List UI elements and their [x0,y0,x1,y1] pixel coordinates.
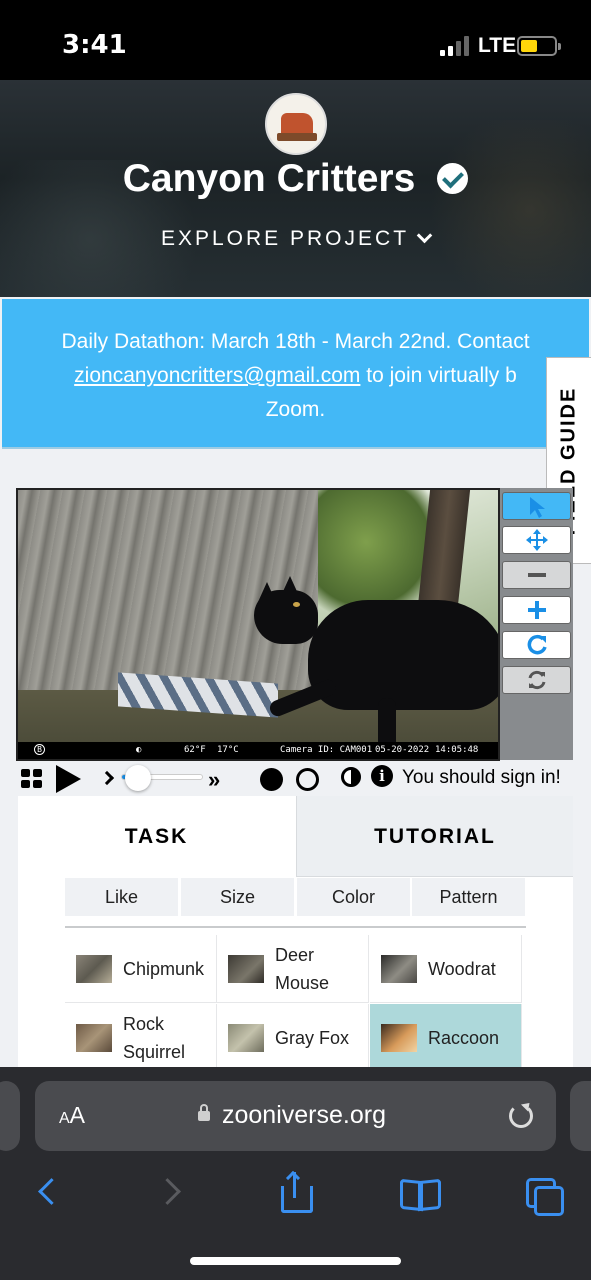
choice-raccoon[interactable]: Raccoon [370,1004,522,1072]
image-toolbar [500,488,573,760]
rotate-icon[interactable] [502,631,571,659]
email-link[interactable]: zioncanyoncritters@gmail.com [74,364,360,387]
tab-tutorial[interactable]: TUTORIAL [296,796,573,877]
zoom-out-icon[interactable] [502,561,571,589]
choice-rock-squirrel[interactable]: Rock Squirrel [65,1004,217,1072]
zoom-in-icon[interactable] [502,596,571,624]
chipmunk-thumbnail [76,955,112,983]
grid-view-icon[interactable] [21,769,43,789]
network-type: LTE [478,34,517,57]
pointer-icon[interactable] [502,492,571,520]
filter-size[interactable]: Size [181,878,294,916]
project-title: Canyon Critters [0,155,591,201]
reset-icon[interactable] [502,666,571,694]
empty-circle-icon[interactable] [296,768,319,791]
chevron-right-icon[interactable] [99,770,115,786]
chevron-down-icon [416,227,433,244]
share-icon[interactable] [278,1170,318,1213]
signal-icon [440,36,472,56]
subject-image[interactable]: B ◐ 62°F 17°C Camera ID: CAM001 05-20-20… [16,488,500,761]
deer-mouse-thumbnail [228,955,264,983]
previous-tab-peek[interactable] [0,1081,20,1151]
contrast-icon[interactable] [341,767,361,787]
filter-bar: Like Size Color Pattern [65,878,526,918]
info-icon[interactable]: i [371,765,393,787]
project-header: Canyon Critters EXPLORE PROJECT [0,80,591,297]
reload-icon[interactable] [509,1104,533,1128]
sign-in-prompt[interactable]: You should sign in! [402,767,561,789]
filter-color[interactable]: Color [297,878,410,916]
fast-forward-icon[interactable]: » [208,767,220,793]
lock-icon [198,1104,210,1121]
woodrat-thumbnail [381,955,417,983]
forward-icon[interactable] [152,1172,192,1212]
reader-settings-button[interactable]: AA [59,1102,85,1129]
project-logo[interactable] [265,93,327,155]
verified-check-icon [437,163,469,195]
explore-project-button[interactable]: EXPLORE PROJECT [0,227,591,251]
filter-like[interactable]: Like [65,878,178,916]
explore-project-label: EXPLORE PROJECT [160,227,410,250]
raccoon-thumbnail [381,1024,417,1052]
play-icon[interactable] [56,765,81,793]
battery-icon [517,36,561,56]
announcement-banner: Daily Datathon: March 18th - March 22nd.… [2,299,589,449]
choice-gray-fox[interactable]: Gray Fox [217,1004,369,1072]
player-controls: » i You should sign in! [16,761,576,795]
filled-circle-icon[interactable] [260,768,283,791]
classify-page: Daily Datathon: March 18th - March 22nd.… [0,297,591,1072]
move-icon[interactable] [502,526,571,554]
url-text: zooniverse.org [222,1101,386,1129]
choice-woodrat[interactable]: Woodrat [370,935,522,1003]
clock: 3:41 [62,30,127,60]
next-tab-peek[interactable] [570,1081,591,1151]
filter-pattern[interactable]: Pattern [412,878,525,916]
tabs-icon[interactable] [524,1172,564,1216]
tab-task[interactable]: TASK [18,796,295,877]
bookmarks-icon[interactable] [400,1172,440,1212]
gray-fox-thumbnail [228,1024,264,1052]
back-icon[interactable] [28,1172,68,1212]
camera-timestamp: B ◐ 62°F 17°C Camera ID: CAM001 05-20-20… [18,742,498,759]
task-panel: TASK TUTORIAL Like Size Color Pattern Ch… [18,796,573,1072]
playback-slider[interactable] [121,765,203,791]
choice-deer-mouse[interactable]: Deer Mouse [217,935,369,1003]
browser-toolbar: AA zooniverse.org [0,1067,591,1280]
status-bar: 3:41 LTE [0,0,591,80]
address-bar[interactable]: AA zooniverse.org [35,1081,556,1151]
home-indicator [190,1257,401,1265]
rock-squirrel-thumbnail [76,1024,112,1052]
choice-chipmunk[interactable]: Chipmunk [65,935,217,1003]
